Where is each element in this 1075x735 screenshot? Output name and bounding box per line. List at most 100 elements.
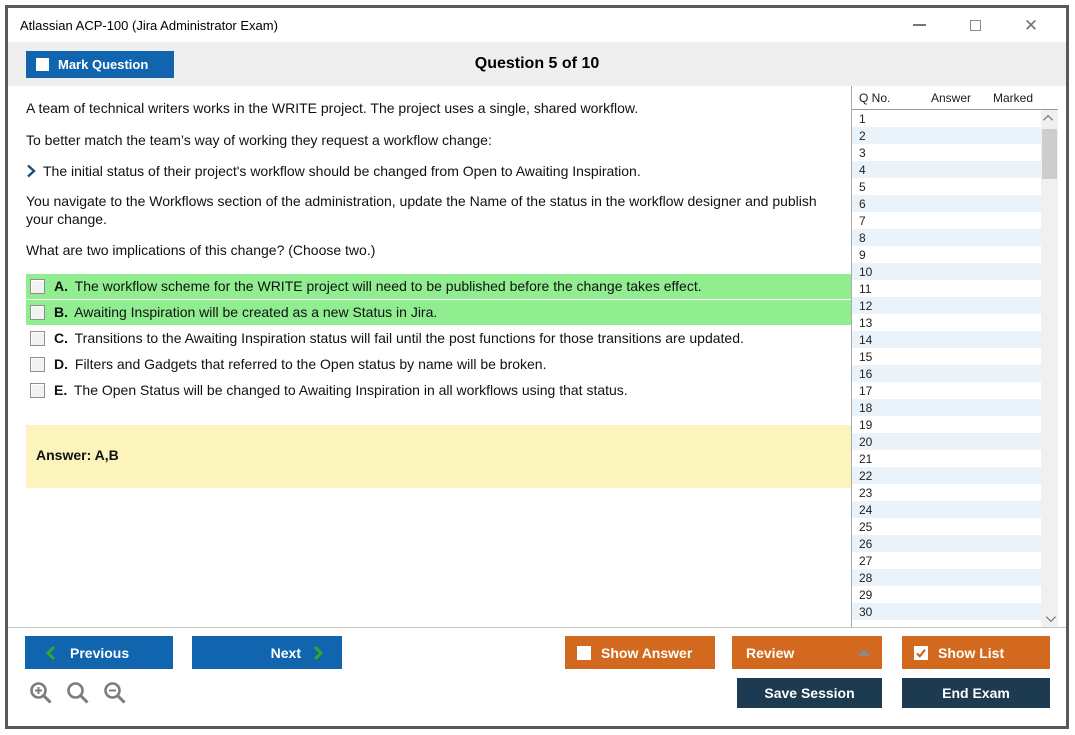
- question-list-row[interactable]: 20: [852, 433, 1041, 450]
- question-list-row[interactable]: 13: [852, 314, 1041, 331]
- option-text: A. The workflow scheme for the WRITE pro…: [54, 278, 702, 294]
- answer-option[interactable]: C. Transitions to the Awaiting Inspirati…: [26, 326, 852, 351]
- question-list-scrollbar[interactable]: [1041, 110, 1058, 627]
- show-answer-button[interactable]: Show Answer: [565, 636, 715, 669]
- question-list-row[interactable]: 10: [852, 263, 1041, 280]
- row-qno: 28: [852, 571, 918, 585]
- scroll-up-icon[interactable]: [1041, 110, 1058, 127]
- option-checkbox[interactable]: [30, 331, 45, 346]
- answer-option[interactable]: D. Filters and Gadgets that referred to …: [26, 352, 852, 377]
- question-list-row[interactable]: 19: [852, 416, 1041, 433]
- options-list: A. The workflow scheme for the WRITE pro…: [26, 274, 852, 403]
- question-list-row[interactable]: 18: [852, 399, 1041, 416]
- zoom-reset-icon[interactable]: [65, 680, 92, 707]
- option-checkbox[interactable]: [30, 383, 45, 398]
- review-button[interactable]: Review: [732, 636, 882, 669]
- question-list-row[interactable]: 28: [852, 569, 1041, 586]
- row-qno: 27: [852, 554, 918, 568]
- question-list-row[interactable]: 3: [852, 144, 1041, 161]
- option-text: B. Awaiting Inspiration will be created …: [54, 304, 437, 320]
- answer-option[interactable]: B. Awaiting Inspiration will be created …: [26, 300, 852, 325]
- row-qno: 21: [852, 452, 918, 466]
- question-list-panel: Q No. Answer Marked 1 2 3: [851, 86, 1058, 627]
- option-text: C. Transitions to the Awaiting Inspirati…: [54, 330, 744, 346]
- question-list-row[interactable]: 30: [852, 603, 1041, 620]
- close-button[interactable]: ✕: [1020, 14, 1042, 36]
- previous-label: Previous: [70, 645, 129, 661]
- row-qno: 7: [852, 214, 918, 228]
- question-list-row[interactable]: 9: [852, 246, 1041, 263]
- answer-option[interactable]: A. The workflow scheme for the WRITE pro…: [26, 274, 852, 299]
- option-checkbox[interactable]: [30, 305, 45, 320]
- col-header-marked: Marked: [984, 91, 1042, 105]
- question-list-row[interactable]: 11: [852, 280, 1041, 297]
- question-paragraph: You navigate to the Workflows section of…: [26, 193, 836, 228]
- row-qno: 18: [852, 401, 918, 415]
- show-list-button[interactable]: Show List: [902, 636, 1050, 669]
- scrollbar-thumb[interactable]: [1042, 129, 1057, 179]
- chevron-bullet-icon: [26, 164, 36, 178]
- question-list-row[interactable]: 23: [852, 484, 1041, 501]
- scroll-down-icon[interactable]: [1041, 610, 1058, 627]
- question-list-row[interactable]: 4: [852, 161, 1041, 178]
- question-list-row[interactable]: 6: [852, 195, 1041, 212]
- question-list-row[interactable]: 12: [852, 297, 1041, 314]
- title-bar: Atlassian ACP-100 (Jira Administrator Ex…: [8, 8, 1066, 42]
- question-list-row[interactable]: 22: [852, 467, 1041, 484]
- row-qno: 5: [852, 180, 918, 194]
- triangle-up-icon: [858, 649, 870, 656]
- question-list-row[interactable]: 8: [852, 229, 1041, 246]
- footer-bar: Previous Next Show Answer Review Show Li…: [8, 627, 1066, 727]
- question-list-row[interactable]: 25: [852, 518, 1041, 535]
- row-qno: 20: [852, 435, 918, 449]
- main-area: A team of technical writers works in the…: [8, 86, 1066, 627]
- answer-box: Answer: A,B: [26, 425, 852, 488]
- previous-button[interactable]: Previous: [25, 636, 173, 669]
- save-session-button[interactable]: Save Session: [737, 678, 882, 708]
- row-qno: 9: [852, 248, 918, 262]
- question-list-row[interactable]: 17: [852, 382, 1041, 399]
- question-bullet-text: The initial status of their project's wo…: [43, 163, 641, 179]
- end-exam-button[interactable]: End Exam: [902, 678, 1050, 708]
- question-list-row[interactable]: 1: [852, 110, 1041, 127]
- zoom-out-icon[interactable]: [102, 680, 129, 707]
- chevron-right-icon: [313, 645, 324, 661]
- question-paragraph: To better match the team’s way of workin…: [26, 132, 836, 150]
- window-title: Atlassian ACP-100 (Jira Administrator Ex…: [20, 18, 278, 33]
- row-qno: 22: [852, 469, 918, 483]
- zoom-in-icon[interactable]: [28, 680, 55, 707]
- row-qno: 4: [852, 163, 918, 177]
- maximize-button[interactable]: [964, 14, 986, 36]
- minimize-button[interactable]: [908, 14, 930, 36]
- row-qno: 11: [852, 282, 918, 296]
- show-answer-checkbox[interactable]: [577, 646, 591, 660]
- question-list-row[interactable]: 21: [852, 450, 1041, 467]
- question-list-row[interactable]: 14: [852, 331, 1041, 348]
- question-counter: Question 5 of 10: [8, 55, 1066, 73]
- question-list-row[interactable]: 29: [852, 586, 1041, 603]
- question-list-row[interactable]: 27: [852, 552, 1041, 569]
- next-button[interactable]: Next: [192, 636, 342, 669]
- row-qno: 17: [852, 384, 918, 398]
- question-list-row[interactable]: 15: [852, 348, 1041, 365]
- show-list-checkbox[interactable]: [914, 646, 928, 660]
- row-qno: 13: [852, 316, 918, 330]
- option-checkbox[interactable]: [30, 357, 45, 372]
- question-list-row[interactable]: 24: [852, 501, 1041, 518]
- col-header-qno: Q No.: [852, 91, 918, 105]
- question-list-row[interactable]: 5: [852, 178, 1041, 195]
- question-list-row[interactable]: 2: [852, 127, 1041, 144]
- question-list-row[interactable]: 7: [852, 212, 1041, 229]
- option-checkbox[interactable]: [30, 279, 45, 294]
- question-paragraph: What are two implications of this change…: [26, 242, 836, 260]
- row-qno: 15: [852, 350, 918, 364]
- answer-option[interactable]: E. The Open Status will be changed to Aw…: [26, 378, 852, 403]
- question-list-row[interactable]: 16: [852, 365, 1041, 382]
- question-list-row[interactable]: 26: [852, 535, 1041, 552]
- row-qno: 26: [852, 537, 918, 551]
- toolbar: Mark Question Question 5 of 10: [8, 42, 1066, 86]
- row-qno: 29: [852, 588, 918, 602]
- show-list-label: Show List: [938, 645, 1004, 661]
- end-exam-label: End Exam: [942, 685, 1010, 701]
- row-qno: 8: [852, 231, 918, 245]
